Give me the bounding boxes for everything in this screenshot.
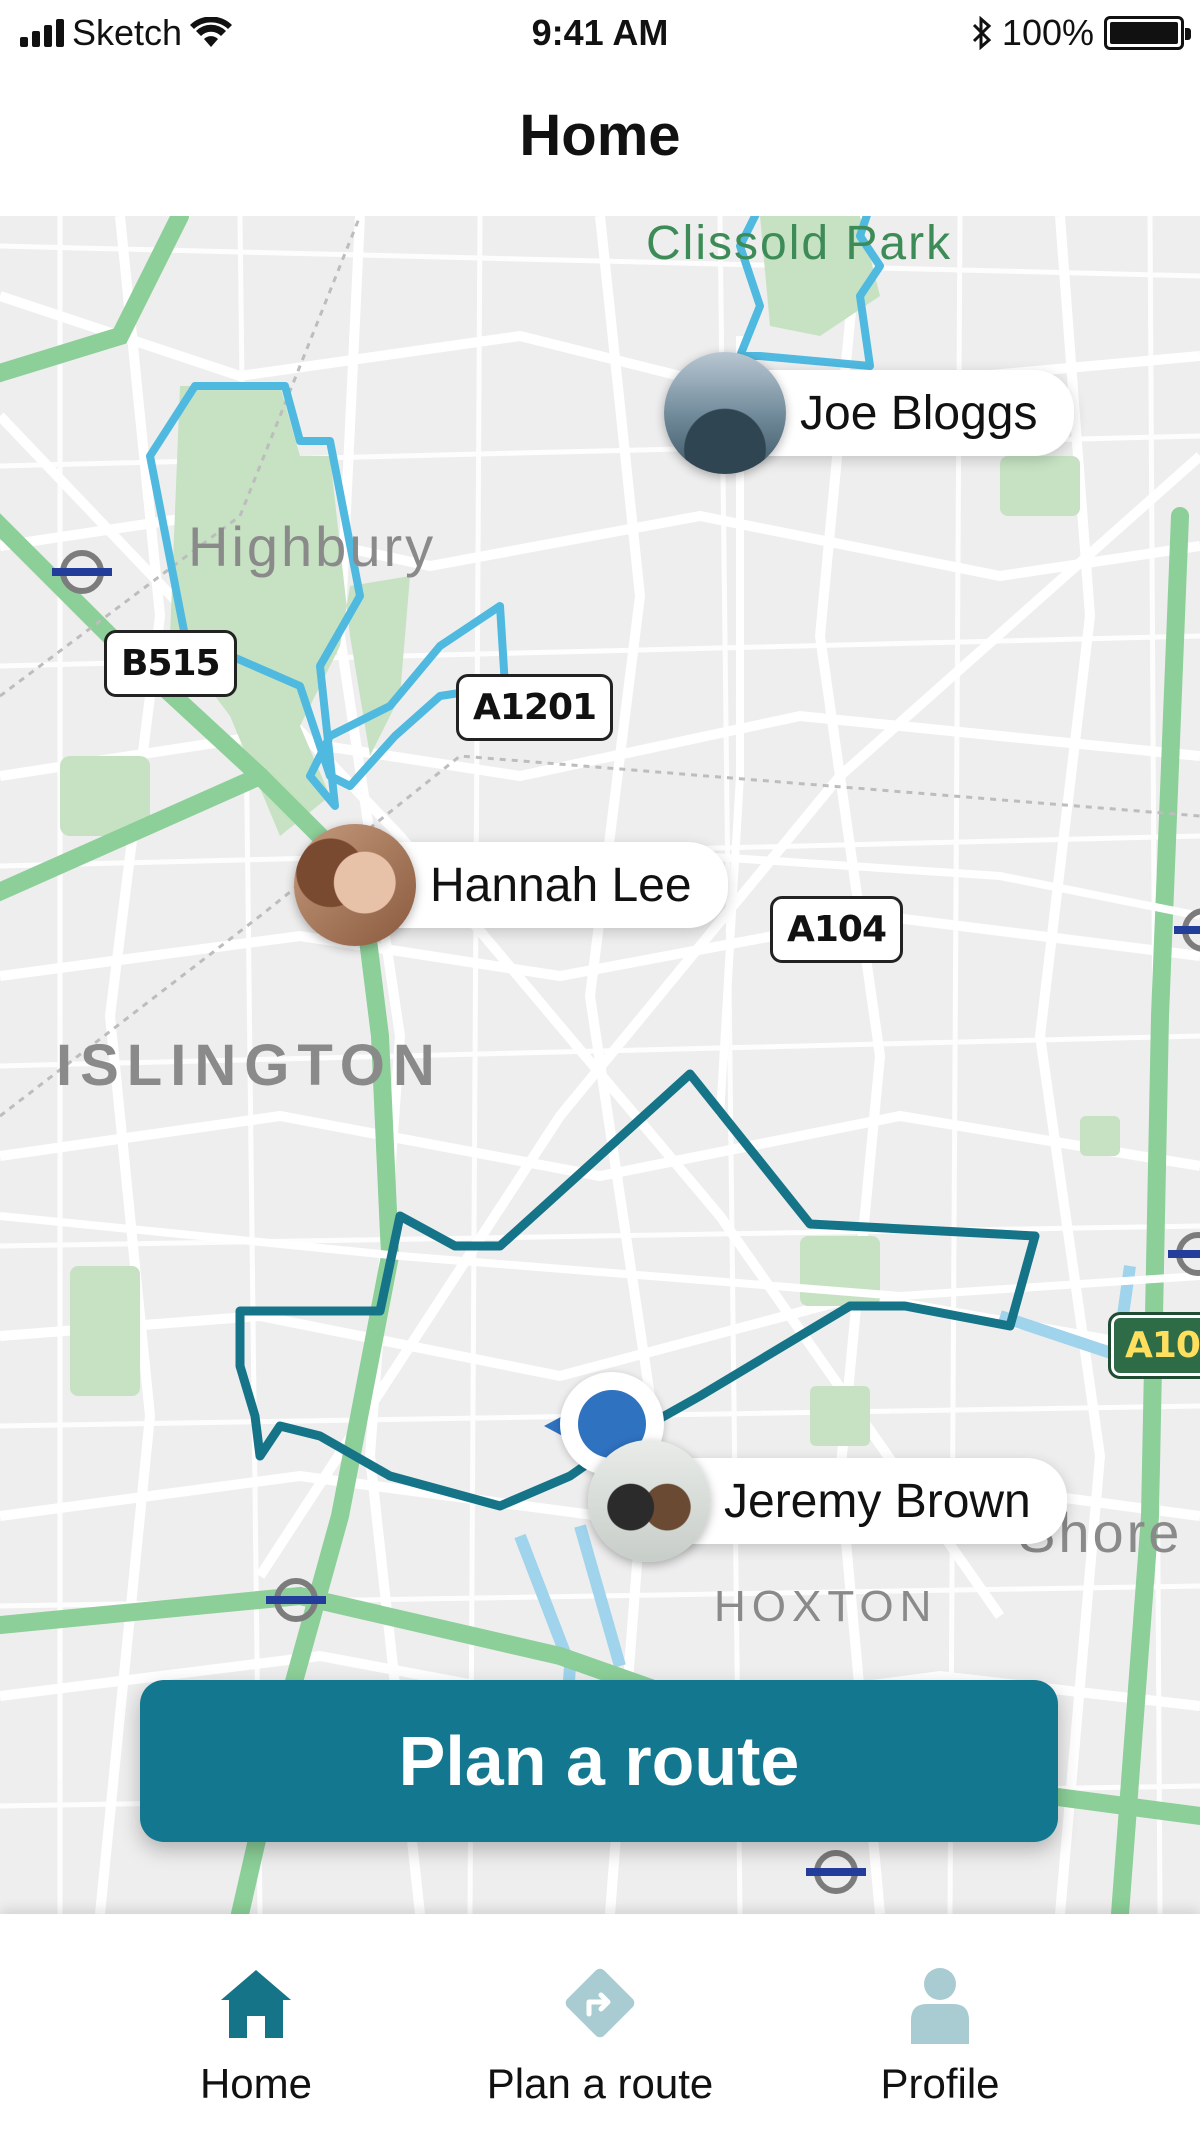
tab-profile[interactable]: Profile — [790, 1958, 1090, 2108]
person-name: Jeremy Brown — [654, 1458, 1067, 1544]
page-title: Home — [519, 103, 681, 168]
person-pin-jeremy-brown[interactable]: Jeremy Brown — [588, 1440, 1067, 1562]
battery-level — [1110, 22, 1178, 44]
person-pin-joe-bloggs[interactable]: Joe Bloggs — [664, 352, 1074, 474]
map-label-islington: ISLINGTON — [56, 1033, 443, 1098]
tab-label: Plan a route — [486, 2060, 714, 2107]
road-shield-a10: A10 — [1108, 1312, 1200, 1379]
tube-station-icon — [52, 550, 112, 594]
map-label-highbury: Highbury — [188, 515, 437, 578]
avatar — [588, 1440, 710, 1562]
tab-plan-a-route[interactable]: Plan a route — [450, 1958, 750, 2108]
tab-home[interactable]: Home — [106, 1958, 406, 2108]
tab-bar: Home Plan a route Profile — [0, 1914, 1200, 2132]
map-label-park: Clissold Park — [646, 217, 953, 270]
status-bar: Sketch 9:41 AM 100% — [0, 0, 1200, 66]
home-icon — [221, 1970, 291, 2038]
tab-label: Home — [199, 2060, 313, 2107]
bluetooth-icon — [972, 16, 992, 50]
plan-route-button[interactable]: Plan a route — [140, 1680, 1058, 1842]
road-shield-b515: B515 — [104, 630, 237, 697]
tube-station-icon — [266, 1578, 326, 1622]
map-label-hoxton: HOXTON — [714, 1582, 938, 1631]
person-icon — [911, 1968, 969, 2044]
map-view[interactable]: Clissold Park Highbury ISLINGTON HOXTON … — [0, 216, 1200, 1914]
directions-icon — [565, 1968, 635, 2038]
battery-icon — [1104, 16, 1191, 50]
person-pin-hannah-lee[interactable]: Hannah Lee — [294, 824, 728, 946]
header: Home — [0, 66, 1200, 216]
battery-percentage: 100% — [1001, 12, 1094, 53]
road-shield-a1201: A1201 — [456, 674, 614, 741]
tube-station-icon — [806, 1850, 866, 1894]
avatar — [294, 824, 416, 946]
avatar — [664, 352, 786, 474]
status-bar-right: 100% — [972, 12, 1191, 54]
tab-label: Profile — [880, 2060, 1000, 2107]
road-shield-a104: A104 — [770, 896, 904, 963]
